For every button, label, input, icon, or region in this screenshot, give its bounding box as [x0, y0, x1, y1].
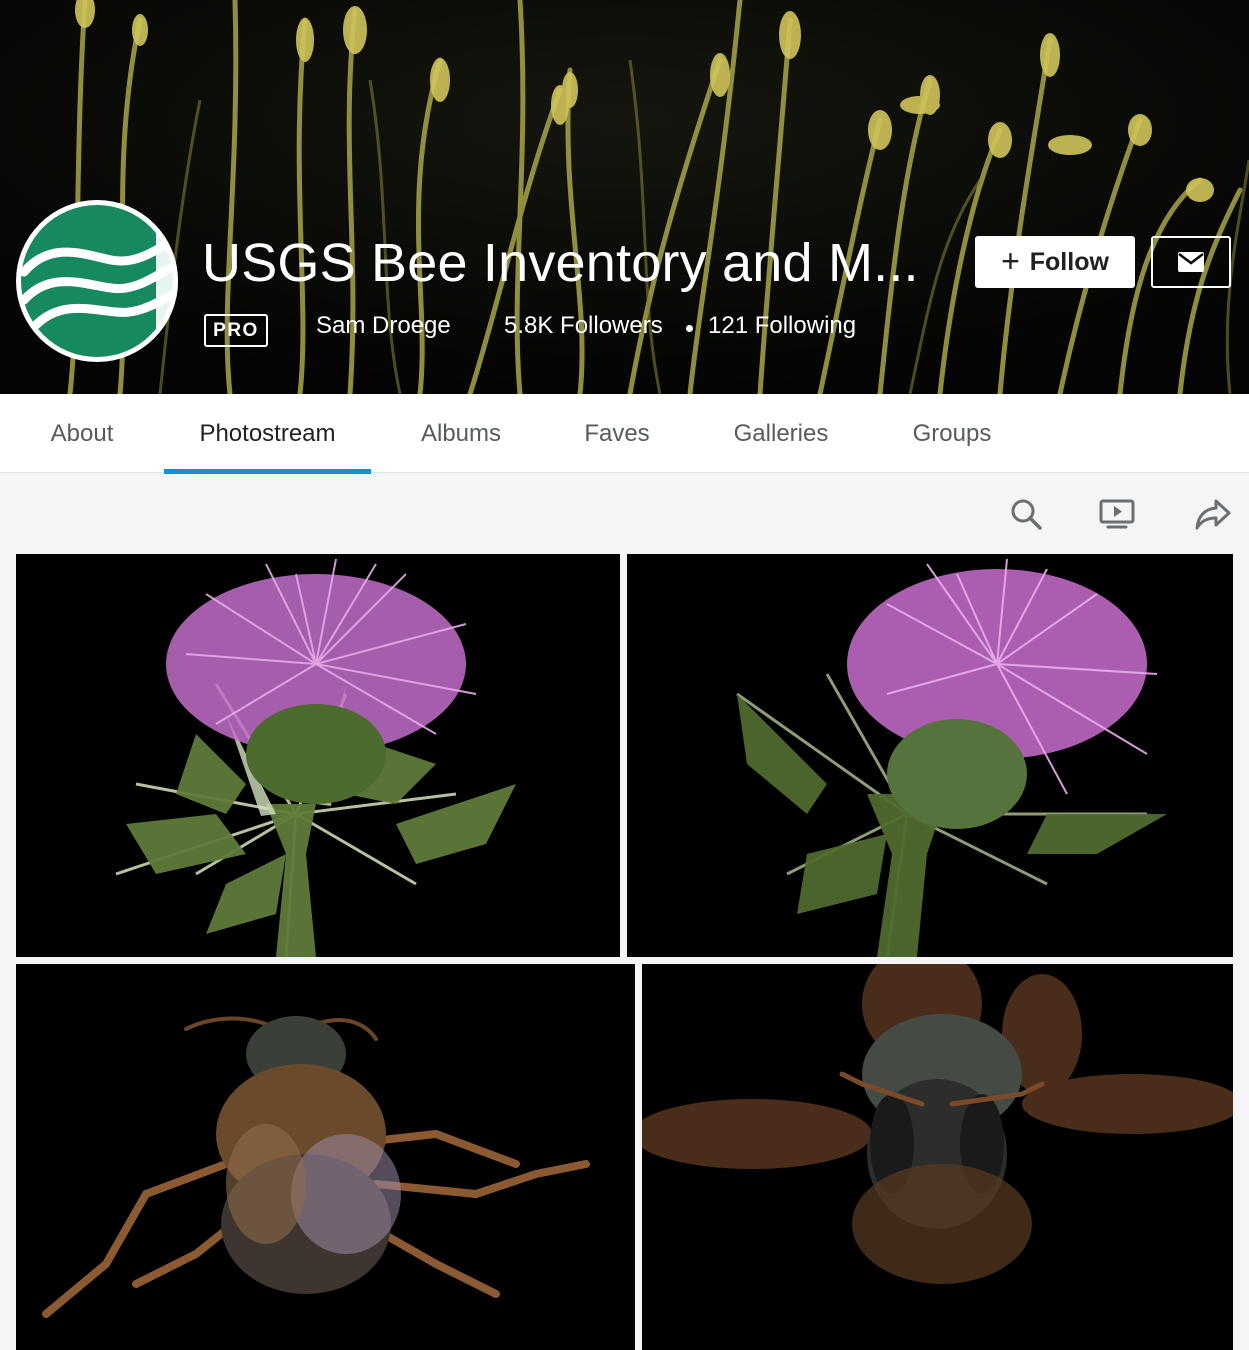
- stat-separator: [686, 325, 693, 332]
- profile-cover: USGS Bee Inventory and M... PRO Sam Droe…: [0, 0, 1249, 394]
- slideshow-button[interactable]: [1097, 494, 1137, 534]
- tab-about[interactable]: About: [30, 394, 134, 473]
- share-icon: [1195, 499, 1231, 530]
- photo-thumbnail[interactable]: [627, 554, 1233, 957]
- search-icon: [1011, 499, 1042, 530]
- mail-icon: [1178, 252, 1204, 272]
- bee-photo: [16, 964, 635, 1350]
- bee-photo: [642, 964, 1233, 1350]
- follow-label: Follow: [1029, 247, 1109, 276]
- follow-button[interactable]: + Follow: [975, 236, 1135, 288]
- photo-thumbnail[interactable]: [642, 964, 1233, 1350]
- pro-badge[interactable]: PRO: [204, 314, 268, 347]
- tab-photostream[interactable]: Photostream: [164, 394, 371, 474]
- thistle-photo: [16, 554, 620, 957]
- thistle-photo: [627, 554, 1233, 957]
- owner-name: Sam Droege: [316, 312, 451, 339]
- usgs-logo: [17, 201, 178, 361]
- tab-galleries[interactable]: Galleries: [712, 394, 850, 473]
- tab-albums[interactable]: Albums: [400, 394, 522, 473]
- share-button[interactable]: [1193, 494, 1233, 534]
- tab-groups[interactable]: Groups: [892, 394, 1012, 473]
- plus-icon: +: [1001, 242, 1020, 279]
- search-button[interactable]: [1006, 494, 1046, 534]
- tab-faves[interactable]: Faves: [564, 394, 670, 473]
- profile-title: USGS Bee Inventory and M...: [202, 233, 919, 293]
- photo-thumbnail[interactable]: [16, 964, 635, 1350]
- profile-tabs: About Photostream Albums Faves Galleries…: [0, 394, 1249, 474]
- photo-thumbnail[interactable]: [16, 554, 620, 957]
- slideshow-icon: [1099, 499, 1135, 529]
- message-button[interactable]: [1151, 236, 1231, 288]
- following-count[interactable]: 121 Following: [708, 312, 856, 340]
- followers-count[interactable]: 5.8K Followers: [504, 312, 663, 340]
- profile-avatar[interactable]: [16, 200, 178, 362]
